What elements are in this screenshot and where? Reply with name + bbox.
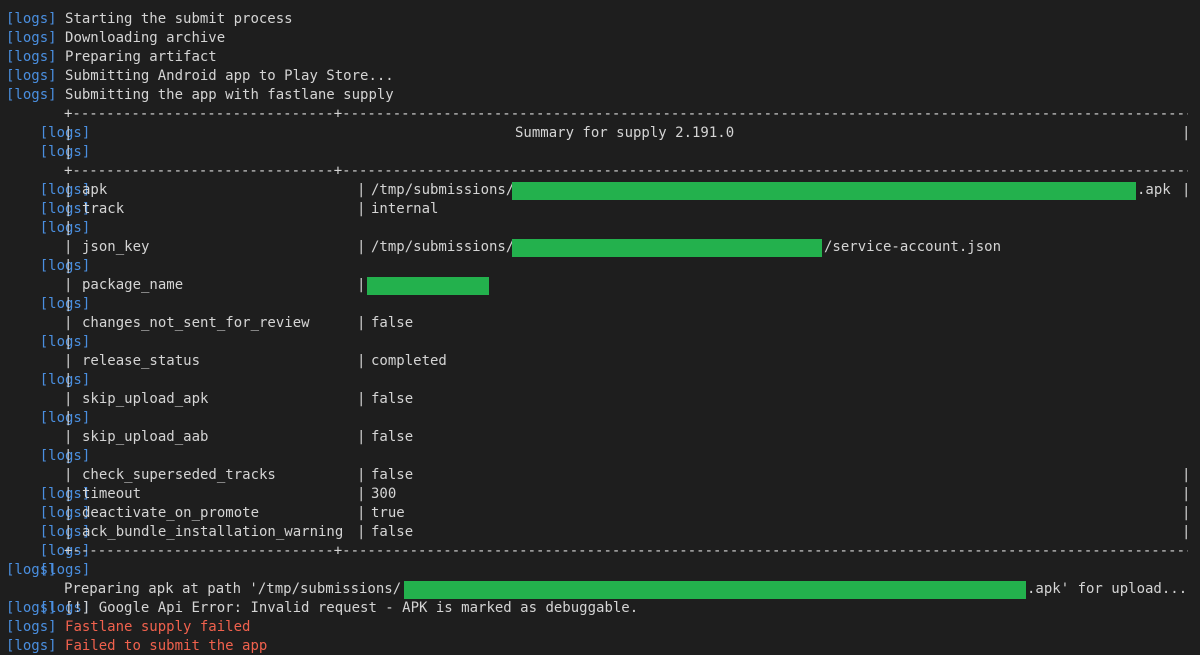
row-value: false xyxy=(371,315,414,331)
log-tag: [logs] xyxy=(6,30,57,46)
table-title-row: [logs] | Summary for supply 2.191.0 | xyxy=(6,124,1196,160)
log-tag: [logs] xyxy=(6,600,57,616)
row-suffix: /service-account.json xyxy=(824,239,1002,255)
row-value: false xyxy=(371,391,414,407)
log-line: [logs] Submitting the app with fastlane … xyxy=(6,86,394,105)
row-value: /tmp/submissions/ xyxy=(371,182,515,198)
row-key: release_status xyxy=(82,353,201,369)
row-key: changes_not_sent_for_review xyxy=(82,315,310,331)
log-line: [logs] xyxy=(6,561,57,580)
table-row: [logs] | ack_bundle_installation_warning… xyxy=(39,524,1191,559)
log-text: Preparing apk at path '/tmp/submissions/ xyxy=(64,581,402,597)
row-key: deactivate_on_promote xyxy=(82,505,260,521)
row-value: false xyxy=(371,429,414,445)
table-row: [logs] | package_name | xyxy=(6,276,1196,312)
row-suffix: .apk xyxy=(1137,182,1171,198)
redaction-block xyxy=(367,277,489,295)
log-text: [!] Google Api Error: Invalid request - … xyxy=(65,600,639,616)
row-key: timeout xyxy=(82,486,142,502)
pipe: | xyxy=(1182,125,1191,141)
log-line: [logs] [!] Google Api Error: Invalid req… xyxy=(6,599,638,618)
log-tag: [logs] xyxy=(6,619,57,635)
table-border-bottom: [logs] +-------------------------------+… xyxy=(6,542,1196,578)
table-title: Summary for supply 2.191.0 xyxy=(515,125,735,141)
row-key: check_superseded_tracks xyxy=(82,467,276,483)
row-key: json_key xyxy=(82,239,150,255)
log-line: [logs] Downloading archive xyxy=(6,29,225,48)
table-border-top: [logs] +-------------------------------+… xyxy=(6,105,1196,141)
table-row: [logs] | changes_not_sent_for_review | f… xyxy=(39,315,414,350)
table-row: [logs] | deactivate_on_promote | true | xyxy=(39,505,1191,540)
row-value: /tmp/submissions/ xyxy=(371,239,515,255)
table-row: [logs] | skip_upload_aab | false xyxy=(39,429,414,464)
row-value: completed xyxy=(371,353,447,369)
log-line: [logs] Starting the submit process xyxy=(6,10,293,29)
table-row: [logs] | track | internal xyxy=(39,201,439,236)
row-value: internal xyxy=(371,201,439,217)
log-text: .apk' for upload... xyxy=(1027,581,1188,597)
row-key: skip_upload_apk xyxy=(82,391,209,407)
log-tag: [logs] xyxy=(6,562,57,578)
log-tag: [logs] xyxy=(6,11,57,27)
row-key: track xyxy=(82,201,125,217)
log-text: Submitting Android app to Play Store... xyxy=(65,68,394,84)
row-key: apk xyxy=(82,182,108,198)
log-line: [logs] Preparing artifact xyxy=(6,48,217,67)
row-value: 300 xyxy=(371,486,397,502)
row-value: true xyxy=(371,505,405,521)
log-line: [logs] Submitting Android app to Play St… xyxy=(6,67,394,86)
error-text: Failed to submit the app xyxy=(65,638,268,654)
table-row: [logs] | check_superseded_tracks | false… xyxy=(39,467,1191,502)
pipe: | xyxy=(64,125,73,141)
row-key: ack_bundle_installation_warning xyxy=(82,524,344,540)
table-row: [logs] | apk | /tmp/submissions/ .apk | xyxy=(39,182,1191,217)
table-border: +-------------------------------+-------… xyxy=(64,106,1188,122)
table-row: [logs] | timeout | 300 | xyxy=(39,486,1191,521)
log-tag: [logs] xyxy=(6,49,57,65)
table-row: [logs] | skip_upload_apk | false xyxy=(39,391,414,426)
log-tag: [logs] xyxy=(6,638,57,654)
table-border: +-------------------------------+-------… xyxy=(64,543,1188,559)
log-line-error: [logs] Fastlane supply failed xyxy=(6,618,250,637)
redaction-block xyxy=(512,182,1136,200)
redaction-block xyxy=(512,239,822,257)
table-border-mid: [logs] +-------------------------------+… xyxy=(6,162,1196,198)
row-value: false xyxy=(371,524,414,540)
log-tag: [logs] xyxy=(6,87,57,103)
log-text: Starting the submit process xyxy=(65,11,293,27)
row-key: package_name xyxy=(82,277,184,293)
row-key: skip_upload_aab xyxy=(82,429,209,445)
log-text: Downloading archive xyxy=(65,30,226,46)
log-tag: [logs] xyxy=(6,68,57,84)
log-line: [logs] Preparing apk at path '/tmp/submi… xyxy=(6,580,1196,616)
table-row: [logs] | json_key | /tmp/submissions/ /s… xyxy=(39,239,1002,274)
log-line-error: [logs] Failed to submit the app xyxy=(6,637,267,655)
table-border: +-------------------------------+-------… xyxy=(64,163,1188,179)
terminal-output: [logs] Starting the submit process [logs… xyxy=(0,0,1200,655)
redaction-block xyxy=(404,581,1026,599)
error-text: Fastlane supply failed xyxy=(65,619,251,635)
row-value: false xyxy=(371,467,414,483)
log-text: Submitting the app with fastlane supply xyxy=(65,87,394,103)
log-text: Preparing artifact xyxy=(65,49,217,65)
table-row: [logs] | release_status | completed xyxy=(39,353,447,388)
